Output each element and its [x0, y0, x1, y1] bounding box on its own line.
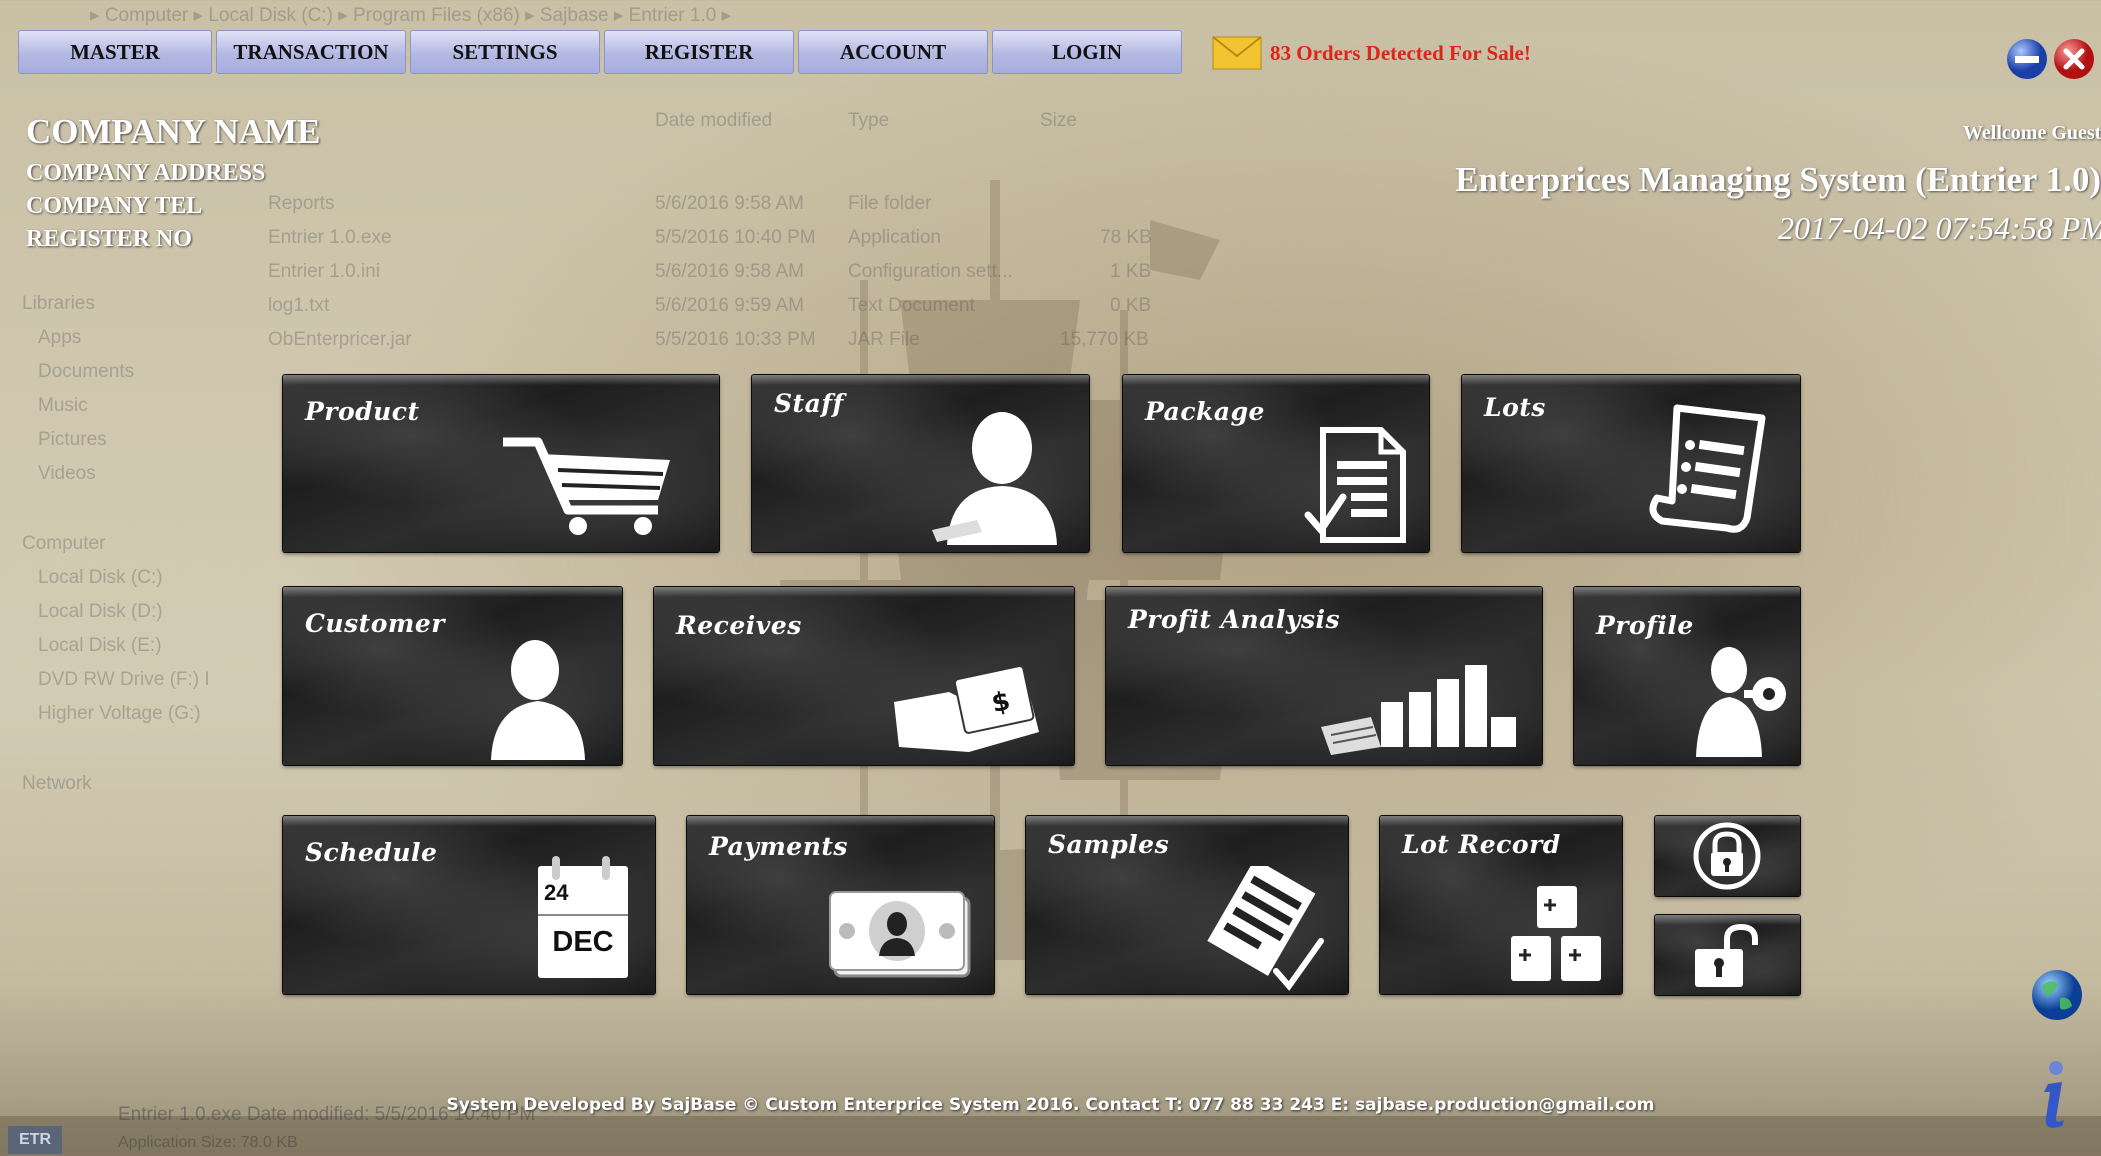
tile-label: Lots — [1484, 393, 1546, 422]
customer-person-icon — [491, 640, 585, 760]
bar-chart-calculator-icon — [1321, 665, 1516, 755]
unlock-button[interactable] — [1655, 915, 1800, 995]
tile-label: Receives — [676, 611, 802, 640]
close-icon[interactable] — [2053, 38, 2095, 80]
welcome-text: Wellcome Guest ! — [1963, 122, 2101, 144]
tile-samples[interactable]: Samples — [1026, 816, 1348, 994]
footer-credits: System Developed By SajBase © Custom Ent… — [446, 1095, 1655, 1115]
tile-label: Product — [305, 397, 420, 426]
calendar-day: 24 — [544, 880, 569, 905]
tile-staff[interactable]: Staff — [752, 375, 1089, 552]
envelope-icon — [1212, 36, 1262, 70]
tile-label: Payments — [709, 832, 849, 861]
menu-register[interactable]: REGISTER — [604, 30, 794, 74]
menu-account[interactable]: ACCOUNT — [798, 30, 988, 74]
ghost-col-type: Type — [848, 110, 890, 131]
menu-master[interactable]: MASTER — [18, 30, 212, 74]
lock-button[interactable] — [1655, 816, 1800, 896]
menu-transaction[interactable]: TRANSACTION — [216, 30, 406, 74]
company-name: COMPANY NAME — [26, 112, 321, 151]
staff-person-icon — [932, 412, 1057, 545]
company-tel: COMPANY TEL — [26, 193, 203, 219]
calendar-ring-left — [552, 856, 560, 880]
tile-receives[interactable]: Receives $ — [654, 587, 1074, 765]
shopping-cart-icon — [503, 437, 670, 535]
tile-payments[interactable]: Payments — [687, 816, 994, 994]
tile-label: Samples — [1048, 830, 1170, 859]
tile-profile[interactable]: Profile — [1574, 587, 1800, 765]
ghost-side-item: Music — [38, 395, 88, 416]
calendar-ring-right — [602, 856, 610, 880]
system-title: Enterprices Managing System (Entrier 1.0… — [1455, 160, 2101, 199]
tile-lot-record[interactable]: Lot Record — [1380, 816, 1622, 994]
checklist-icon — [1207, 866, 1324, 991]
ghost-side-item: DVD RW Drive (F:) I — [38, 669, 210, 690]
company-register-no: REGISTER NO — [26, 226, 193, 252]
hand-money-icon: $ — [894, 665, 1039, 752]
ghost-side-item: Videos — [38, 463, 96, 484]
ghost-side-item: Pictures — [38, 429, 107, 450]
datetime: 2017-04-02 07:54:58 PM — [1778, 210, 2101, 246]
lock-icon — [1693, 822, 1761, 890]
tile-customer[interactable]: Customer — [283, 587, 622, 765]
ghost-status-2: Application Size: 78.0 KB — [118, 1134, 298, 1151]
ghost-side-item: Libraries — [22, 293, 95, 314]
calendar-divider — [538, 914, 628, 916]
tile-profit-analysis[interactable]: Profit Analysis — [1106, 587, 1542, 765]
ghost-col-size: Size — [1040, 110, 1077, 131]
ghost-side-item: Higher Voltage (G:) — [38, 703, 201, 724]
orders-text: 83 Orders Detected For Sale! — [1270, 40, 1531, 65]
ghost-breadcrumb: ▸ Computer ▸ Local Disk (C:) ▸ Program F… — [90, 5, 732, 26]
ghost-side-item: Network — [22, 773, 92, 794]
tile-label: Profit Analysis — [1128, 605, 1341, 634]
ghost-col-date: Date modified — [655, 110, 773, 131]
ghost-side-item: Documents — [38, 361, 135, 382]
menu-settings[interactable]: SETTINGS — [410, 30, 600, 74]
tile-package[interactable]: Package — [1123, 375, 1429, 552]
ghost-file-name: Entrier 1.0.ini — [268, 261, 380, 282]
tile-label: Customer — [305, 609, 445, 638]
ghost-file-name: Entrier 1.0.exe — [268, 227, 392, 248]
unlock-icon — [1695, 923, 1758, 987]
calendar-month: DEC — [552, 926, 614, 958]
profile-key-icon — [1696, 647, 1786, 757]
cubes-plus-icon — [1511, 886, 1601, 981]
company-address: COMPANY ADDRESS — [26, 160, 266, 186]
ghost-side-item: Apps — [38, 327, 82, 348]
minimize-icon[interactable] — [2006, 38, 2048, 80]
tile-label: Schedule — [305, 838, 438, 867]
ghost-file-name: Reports — [268, 193, 335, 214]
ghost-side-item: Local Disk (E:) — [38, 635, 162, 656]
calendar-icon: 24 DEC — [538, 856, 628, 978]
tile-label: Profile — [1596, 611, 1694, 640]
ghost-file-name: log1.txt — [268, 295, 330, 316]
receipt-list-icon — [1649, 404, 1766, 533]
orders-notification[interactable]: 83 Orders Detected For Sale! — [1212, 36, 1531, 70]
ghost-side-item: Local Disk (C:) — [38, 567, 163, 588]
ghost-side-item: Local Disk (D:) — [38, 601, 163, 622]
globe-icon[interactable] — [2030, 968, 2084, 1024]
banknote-icon — [829, 891, 971, 978]
main-menu-bar: MASTER TRANSACTION SETTINGS REGISTER ACC… — [18, 30, 1182, 74]
ghost-side-item: Computer — [22, 533, 106, 554]
tile-product[interactable]: Product — [283, 375, 719, 552]
tile-schedule[interactable]: Schedule 24 DEC — [283, 816, 655, 994]
tile-label: Staff — [774, 389, 844, 418]
document-check-icon — [1304, 427, 1406, 543]
tile-label: Lot Record — [1402, 830, 1561, 859]
etr-logo: ETR — [8, 1126, 62, 1154]
ghost-file-name: ObEnterpricer.jar — [268, 329, 412, 350]
tile-label: Package — [1145, 397, 1265, 426]
menu-login[interactable]: LOGIN — [992, 30, 1182, 74]
tile-lots[interactable]: Lots — [1462, 375, 1800, 552]
